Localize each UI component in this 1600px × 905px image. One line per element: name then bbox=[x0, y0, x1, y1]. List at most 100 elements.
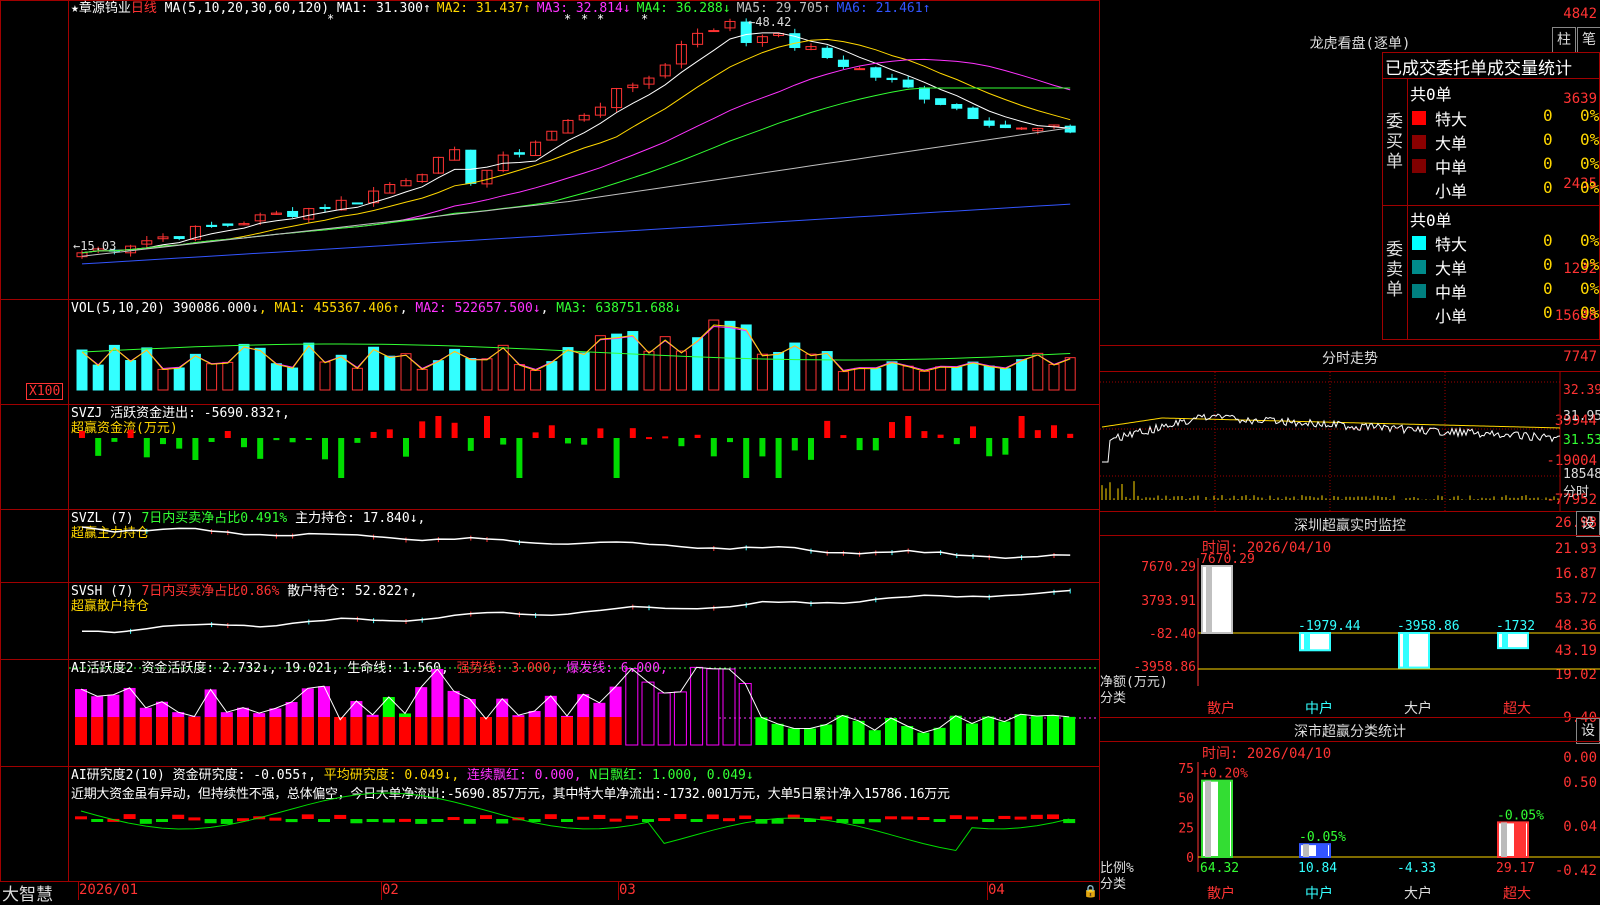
cls-stats-chart[interactable]: 75 50 25 0 比例%分类 +0.20% 64.32 散户 -0.05% 10.84 中户 -4… bbox=[1100, 742, 1600, 900]
x-axis-tick bbox=[987, 882, 988, 900]
lock-icon[interactable]: 🔒 bbox=[1083, 884, 1098, 898]
activity-bar bbox=[998, 721, 1011, 745]
activity-base-bar bbox=[188, 717, 201, 745]
sz-bar-stripe bbox=[1403, 633, 1409, 668]
candle-body bbox=[287, 210, 299, 217]
fundflow-bar bbox=[581, 438, 588, 445]
fundflow-bar bbox=[808, 438, 814, 460]
fundflow-bar bbox=[532, 432, 539, 438]
fundflow-bar bbox=[467, 438, 474, 451]
fundflow-bar bbox=[824, 420, 831, 438]
pen-mode-button[interactable]: 笔 bbox=[1577, 27, 1600, 53]
star-marker: * bbox=[641, 12, 648, 26]
research-bar bbox=[609, 818, 622, 822]
volume-bar bbox=[578, 352, 590, 391]
intraday-chart[interactable]: 32.39 31.95 31.53 18548 分时 bbox=[1100, 372, 1600, 511]
activity-base-bar bbox=[91, 717, 104, 745]
order-color-swatch bbox=[1412, 159, 1426, 173]
stats-divider bbox=[1407, 78, 1408, 340]
research-bar bbox=[966, 816, 978, 820]
fundflow-bar bbox=[565, 438, 571, 444]
svzl-chart[interactable] bbox=[69, 510, 1099, 582]
candle-body bbox=[1064, 125, 1076, 133]
sz-settings-button[interactable]: 设 bbox=[1576, 511, 1600, 537]
activity-bar bbox=[852, 720, 865, 745]
research-bar bbox=[1014, 816, 1027, 820]
star-marker: * bbox=[597, 12, 604, 26]
candle-body bbox=[513, 152, 525, 155]
volume-bar bbox=[287, 367, 299, 391]
vol-unit[interactable]: X100 bbox=[26, 383, 64, 400]
order-type-label: 特大 bbox=[1435, 110, 1468, 129]
research-bar bbox=[285, 819, 298, 823]
volume-bar bbox=[611, 333, 623, 391]
ai-research-chart[interactable] bbox=[69, 767, 1099, 881]
candle-body bbox=[173, 236, 185, 240]
research-bar bbox=[917, 817, 930, 821]
fundflow-bar bbox=[1034, 430, 1041, 438]
stats-divider bbox=[1382, 78, 1600, 79]
research-bar bbox=[1030, 814, 1043, 819]
research-bar bbox=[415, 819, 428, 824]
sz-category-label: 超大 bbox=[1503, 701, 1531, 717]
x-axis-tick bbox=[78, 882, 79, 900]
fundflow-bar bbox=[662, 436, 669, 439]
fundflow-bar bbox=[889, 422, 895, 438]
fundflow-bar bbox=[905, 416, 912, 438]
research-bar bbox=[674, 814, 687, 819]
fundflow-bar bbox=[629, 428, 636, 438]
fundflow-bar bbox=[872, 438, 879, 451]
activity-bar bbox=[690, 666, 704, 746]
volume-bar bbox=[319, 361, 331, 391]
svsh-chart[interactable] bbox=[69, 583, 1099, 659]
research-bar bbox=[625, 815, 638, 819]
fundflow-bar bbox=[111, 438, 118, 442]
activity-base-bar bbox=[107, 717, 120, 745]
candle-body bbox=[351, 202, 363, 205]
volume-bar bbox=[1032, 352, 1044, 391]
fundflow-bar bbox=[451, 422, 458, 438]
activity-base-bar bbox=[431, 717, 444, 745]
activity-base-bar bbox=[123, 717, 136, 745]
ai-activity-chart[interactable] bbox=[69, 660, 1099, 766]
intraday-title: 分时走势 bbox=[1322, 351, 1378, 367]
fundflow-bar bbox=[694, 434, 701, 438]
order-count: 0 bbox=[1543, 178, 1553, 197]
volume-bar bbox=[270, 363, 282, 391]
activity-base-bar bbox=[334, 717, 347, 745]
research-bar bbox=[172, 814, 185, 819]
brand-logo: 大智慧 bbox=[2, 885, 53, 905]
kline-chart[interactable]: ←48.42 ←15.03 * * * * * bbox=[69, 0, 1099, 298]
volume-bar bbox=[643, 350, 655, 391]
fundflow-bar bbox=[1002, 438, 1009, 455]
research-bar bbox=[220, 819, 233, 824]
cls-ratio-label: 比例% bbox=[1100, 861, 1134, 876]
order-pct: 0% bbox=[1580, 279, 1600, 298]
activity-bar bbox=[982, 716, 995, 745]
activity-base-bar bbox=[399, 717, 411, 745]
volume-bar bbox=[173, 367, 185, 391]
sz-monitor-chart[interactable]: 7670.293793.91-82.40-3958.86净额(万元)分类7670… bbox=[1100, 536, 1600, 718]
research-bar bbox=[820, 816, 833, 820]
cls-ytick: 0 bbox=[1186, 851, 1194, 866]
ma-line-2 bbox=[81, 38, 1071, 254]
bar-mode-button[interactable]: 柱 bbox=[1552, 27, 1576, 53]
research-bar bbox=[593, 814, 606, 819]
volume-bar bbox=[918, 370, 930, 391]
volume-chart[interactable] bbox=[69, 300, 1099, 404]
fundflow-bar bbox=[856, 438, 863, 451]
order-type-label: 大单 bbox=[1435, 134, 1468, 153]
research-bar bbox=[156, 819, 168, 822]
volume-bar bbox=[92, 364, 104, 391]
volume-bar bbox=[724, 320, 736, 391]
sz-value-label: 7670.29 bbox=[1200, 552, 1255, 567]
fundflow-bar bbox=[1051, 425, 1057, 438]
fundflow-bar bbox=[710, 438, 717, 457]
order-color-swatch bbox=[1412, 236, 1426, 250]
research-bar bbox=[318, 819, 330, 822]
activity-base-bar bbox=[561, 717, 573, 745]
activity-base-bar bbox=[350, 717, 363, 745]
star-marker: * bbox=[327, 12, 334, 26]
fundflow-bar bbox=[759, 438, 766, 457]
svzj-chart[interactable] bbox=[69, 405, 1099, 509]
